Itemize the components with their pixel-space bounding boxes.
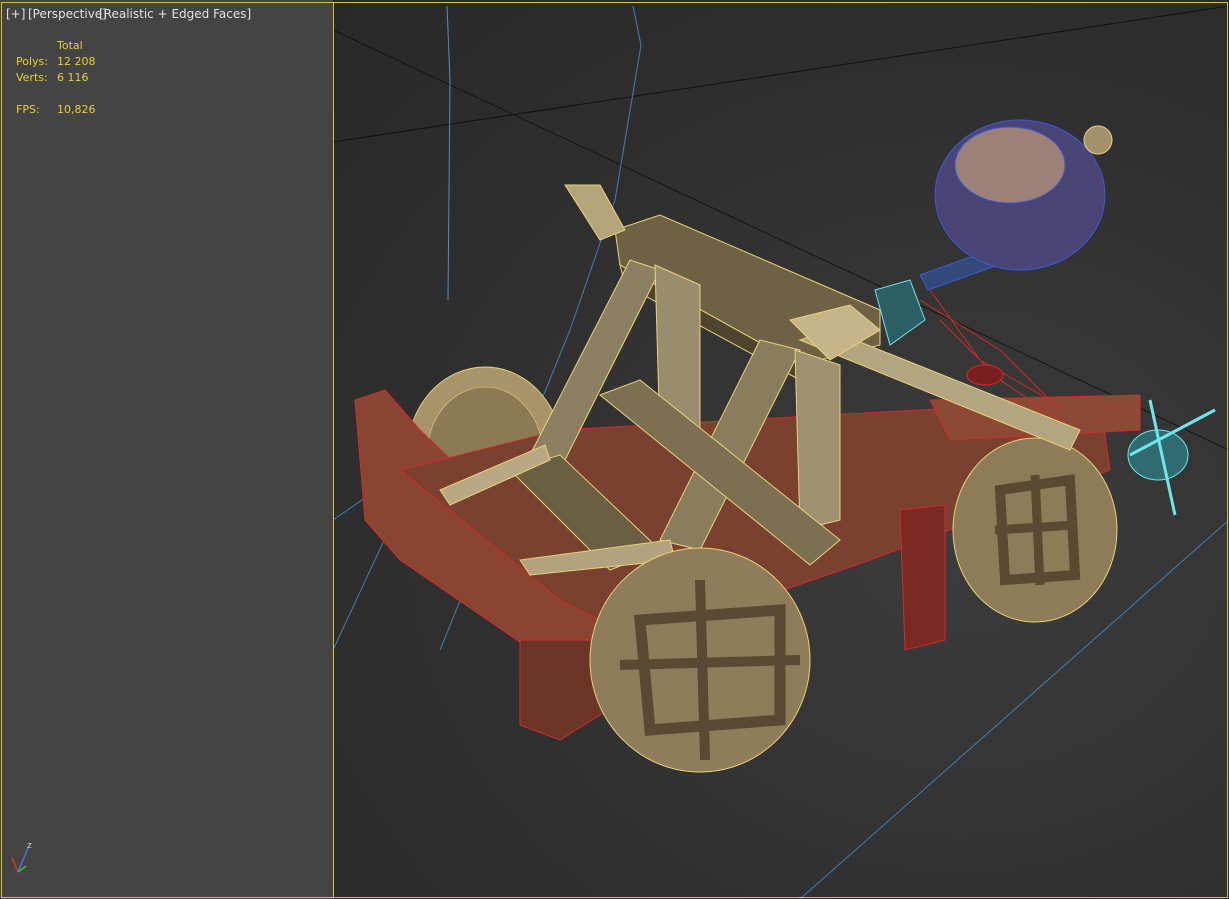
stats-verts-value: 6 116 bbox=[57, 71, 89, 84]
perspective-viewport[interactable]: z [+] [Perspective] [Realistic + Edged F… bbox=[0, 0, 1229, 899]
stats-header: Total bbox=[57, 39, 83, 52]
viewport-divider bbox=[333, 3, 334, 897]
axis-z-label: z bbox=[27, 841, 32, 851]
stats-polys-label: Polys: bbox=[16, 55, 48, 68]
viewport-view-label[interactable]: [Perspective] bbox=[28, 7, 107, 21]
stats-fps-label: FPS: bbox=[16, 103, 40, 116]
viewport-shading-label[interactable]: [Realistic + Edged Faces] bbox=[99, 7, 251, 21]
catapult-bucket[interactable] bbox=[919, 119, 1113, 291]
right-wheel[interactable] bbox=[952, 437, 1118, 623]
viewport-menu-label[interactable]: [+] bbox=[6, 7, 25, 21]
stats-fps-value: 10,826 bbox=[57, 103, 96, 116]
stats-polys-value: 12 208 bbox=[57, 55, 96, 68]
catapult-scene[interactable]: z bbox=[0, 0, 1229, 899]
axis-gizmo: z bbox=[11, 841, 32, 873]
stats-verts-label: Verts: bbox=[16, 71, 48, 84]
front-left-wheel[interactable] bbox=[589, 547, 811, 773]
